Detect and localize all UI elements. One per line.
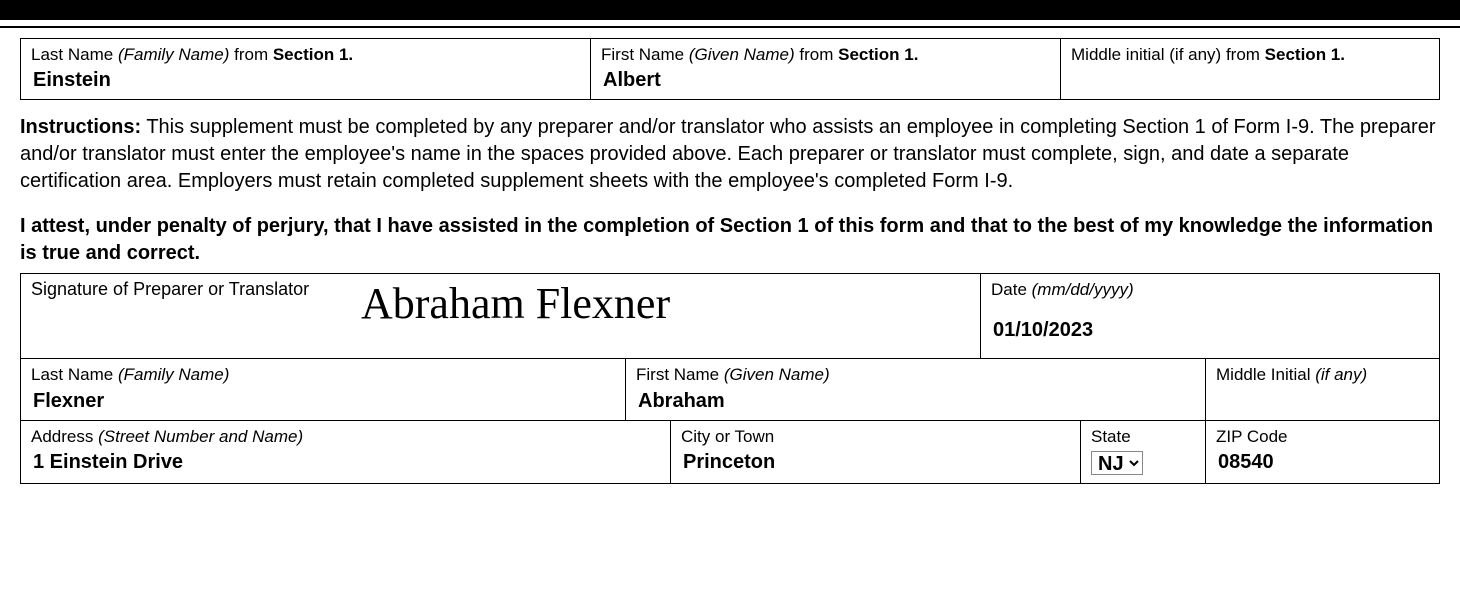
- employee-first-name-label: First Name (Given Name) from Section 1.: [601, 45, 1050, 65]
- preparer-date-label: Date (mm/dd/yyyy): [991, 280, 1429, 300]
- preparer-address-value: 1 Einstein Drive: [31, 451, 660, 473]
- preparer-last-name-label: Last Name (Family Name): [31, 365, 615, 385]
- preparer-state-select[interactable]: NJ: [1091, 451, 1143, 475]
- employee-mi-cell[interactable]: Middle initial (if any) from Section 1.: [1061, 39, 1439, 99]
- preparer-address-cell[interactable]: Address (Street Number and Name) 1 Einst…: [21, 421, 671, 483]
- preparer-date-value: 01/10/2023: [991, 319, 1429, 341]
- preparer-first-name-label: First Name (Given Name): [636, 365, 1195, 385]
- preparer-mi-cell[interactable]: Middle Initial (if any): [1206, 359, 1439, 419]
- employee-last-name-cell[interactable]: Last Name (Family Name) from Section 1. …: [21, 39, 591, 99]
- attestation-text: I attest, under penalty of perjury, that…: [20, 213, 1440, 267]
- preparer-signature-value: Abraham Flexner: [361, 282, 670, 326]
- preparer-date-cell[interactable]: Date (mm/dd/yyyy) 01/10/2023: [981, 274, 1439, 358]
- employee-first-name-value: Albert: [601, 69, 1050, 91]
- preparer-city-value: Princeton: [681, 451, 1070, 473]
- preparer-last-name-cell[interactable]: Last Name (Family Name) Flexner: [21, 359, 626, 419]
- instructions-text: Instructions: This supplement must be co…: [20, 114, 1440, 195]
- employee-name-row: Last Name (Family Name) from Section 1. …: [20, 38, 1440, 100]
- preparer-zip-value: 08540: [1216, 451, 1429, 473]
- employee-last-name-value: Einstein: [31, 69, 580, 91]
- employee-mi-label: Middle initial (if any) from Section 1.: [1071, 45, 1429, 65]
- preparer-city-cell[interactable]: City or Town Princeton: [671, 421, 1081, 483]
- preparer-zip-cell[interactable]: ZIP Code 08540: [1206, 421, 1439, 483]
- preparer-state-cell[interactable]: State NJ: [1081, 421, 1206, 483]
- preparer-sig-row: Signature of Preparer or Translator Abra…: [20, 273, 1440, 359]
- preparer-address-label: Address (Street Number and Name): [31, 427, 660, 447]
- preparer-name-row: Last Name (Family Name) Flexner First Na…: [20, 358, 1440, 420]
- employee-last-name-label: Last Name (Family Name) from Section 1.: [31, 45, 580, 65]
- preparer-address-row: Address (Street Number and Name) 1 Einst…: [20, 420, 1440, 484]
- preparer-mi-label: Middle Initial (if any): [1216, 365, 1429, 385]
- preparer-city-label: City or Town: [681, 427, 1070, 447]
- preparer-state-label: State: [1091, 427, 1195, 447]
- preparer-last-name-value: Flexner: [31, 390, 615, 412]
- header-black-bar: [0, 0, 1460, 20]
- preparer-first-name-value: Abraham: [636, 390, 1195, 412]
- preparer-signature-cell[interactable]: Signature of Preparer or Translator Abra…: [21, 274, 981, 358]
- employee-first-name-cell[interactable]: First Name (Given Name) from Section 1. …: [591, 39, 1061, 99]
- preparer-first-name-cell[interactable]: First Name (Given Name) Abraham: [626, 359, 1206, 419]
- header-rule: [0, 26, 1460, 28]
- preparer-zip-label: ZIP Code: [1216, 427, 1429, 447]
